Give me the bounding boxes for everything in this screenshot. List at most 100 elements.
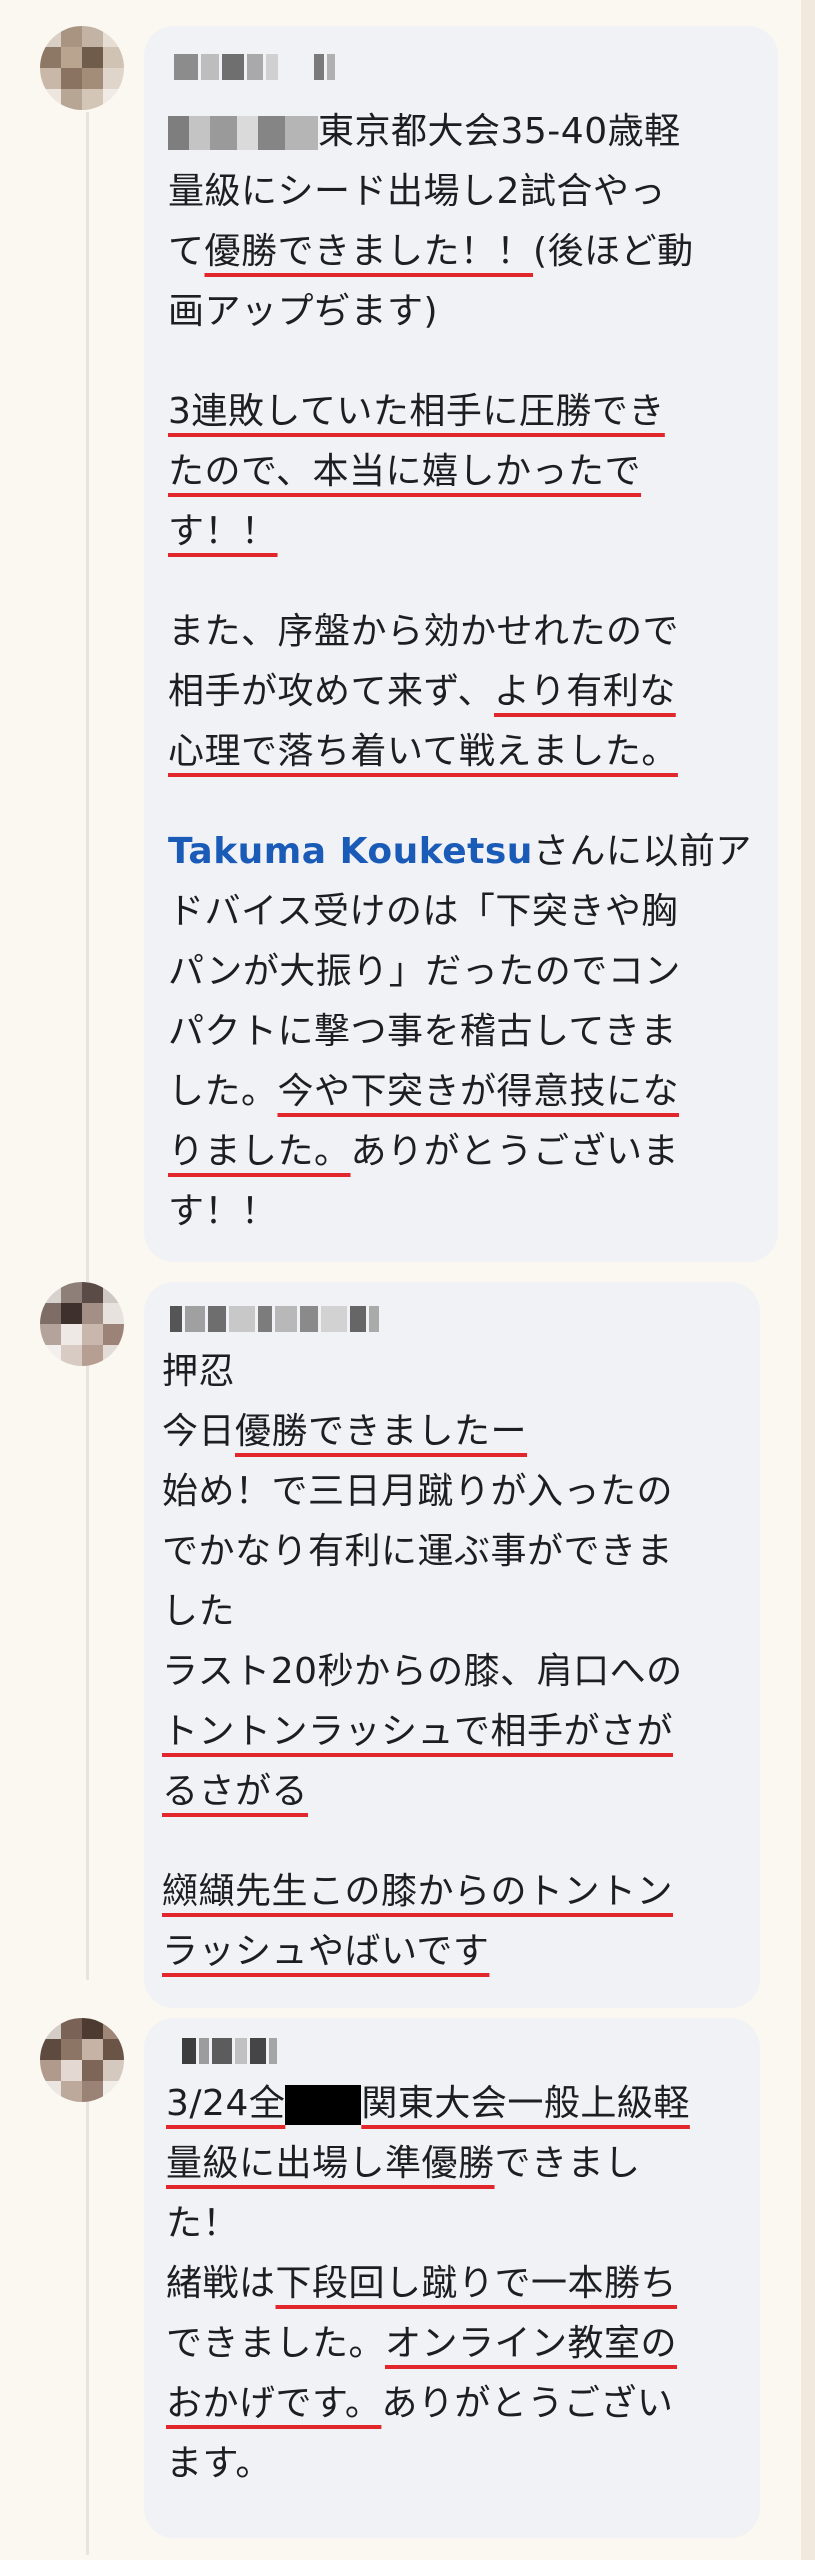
underlined-text: トントンラッシュで相手がさが	[162, 1711, 674, 1752]
author-name-blurred[interactable]	[182, 2036, 277, 2066]
comment-line-text: できました。	[166, 2323, 386, 2364]
comment-line: ラスト20秒からの膝、肩口への	[162, 1642, 683, 1702]
underlined-text: 優勝できました！！	[204, 231, 534, 272]
comment-line-text: 緒戦は	[166, 2263, 276, 2304]
page-edge	[801, 0, 815, 2560]
comment-text: 東京都大会35-40歳軽 量級にシード出場し2試合やっ て優勝できました！！(後ほ…	[168, 102, 752, 1242]
underlined-text: 心理で落ち着いて戦えました。	[168, 731, 678, 772]
comment-line-text: 相手が攻めて来ず、	[168, 671, 494, 712]
blurred-text	[168, 116, 318, 150]
comment-line: たので、本当に嬉しかったで	[168, 442, 752, 502]
comment-line: 今日優勝できましたー	[162, 1402, 683, 1462]
comment-line: 量級にシード出場し2試合やっ	[168, 162, 752, 222]
comment-line: 纐纈先生この膝からのトントン	[162, 1862, 683, 1922]
comment-line-text: 3/24全	[166, 2083, 286, 2124]
comment-line-text: て	[168, 231, 205, 272]
comment-line: 東京都大会35-40歳軽	[168, 102, 752, 162]
comment-line-text: た！	[166, 2203, 240, 2244]
comment-line: した	[162, 1582, 683, 1642]
comment-bubble: 3/24全 関東大会一般上級軽 量級に出場し準優勝できました！ 緒戦は下段回し蹴りで…	[144, 2018, 760, 2538]
comment-line: 緒戦は下段回し蹴りで一本勝ち	[166, 2254, 690, 2314]
comment-text: 押忍今日優勝できましたー始め！で三日月蹴りが入ったの でかなり有利に運ぶ事ができま…	[162, 1342, 683, 1982]
mention-link[interactable]: Takuma Kouketsu	[168, 831, 533, 872]
comment-line-text: した。	[168, 1071, 278, 1112]
underlined-text: 量級に出場し準優勝	[166, 2143, 495, 2184]
comment-line: ます。	[166, 2434, 690, 2494]
comment-line-text: さんに以前ア	[532, 831, 752, 872]
comment-line: りました。ありがとうございま	[168, 1122, 752, 1182]
underlined-text: より有利な	[493, 671, 676, 712]
comment-line: パクトに撃つ事を稽古してきま	[168, 1002, 752, 1062]
underlined-text: りました。	[168, 1131, 351, 1172]
comment-line: トントンラッシュで相手がさが	[162, 1702, 683, 1762]
comment-bubble: 東京都大会35-40歳軽 量級にシード出場し2試合やっ て優勝できました！！(後ほ…	[144, 26, 778, 1262]
comment-line: 始め！で三日月蹴りが入ったの	[162, 1462, 683, 1522]
comment-line-text: パクトに撃つ事を稽古してきま	[168, 1011, 677, 1052]
comment-line-text: できまし	[494, 2143, 641, 2184]
comment-line: 相手が攻めて来ず、より有利な	[168, 662, 752, 722]
avatar[interactable]	[40, 1282, 124, 1366]
avatar[interactable]	[40, 26, 124, 110]
underlined-text: おかげです。	[166, 2383, 382, 2424]
comment-line: おかげです。ありがとうござい	[166, 2374, 690, 2434]
comment-line-text: ラスト20秒からの膝、肩口への	[162, 1651, 683, 1692]
underlined-text: 優勝できましたー	[235, 1411, 528, 1452]
comment-thread: 東京都大会35-40歳軽 量級にシード出場し2試合やっ て優勝できました！！(後ほ…	[0, 0, 815, 2560]
underlined-text: オンライン教室の	[385, 2323, 678, 2364]
comment-line-text: ありがとうございま	[350, 1131, 680, 1172]
thread-connector	[86, 112, 89, 1282]
comment-line: 押忍	[162, 1342, 683, 1402]
comment-line: 心理で落ち着いて戦えました。	[168, 722, 752, 782]
comment-line: でかなり有利に運ぶ事ができま	[162, 1522, 683, 1582]
comment-line: パンが大振り」だったのでコン	[168, 942, 752, 1002]
comment-line: また、序盤から効かせれたので	[168, 602, 752, 662]
comment-line-text: 関東大会一般上級軽	[361, 2083, 690, 2124]
comment-bubble: 押忍今日優勝できましたー始め！で三日月蹴りが入ったの でかなり有利に運ぶ事ができま…	[144, 1282, 760, 2008]
comment-line-text: す！！	[168, 1191, 278, 1232]
underlined-text: 3連敗していた相手に圧勝でき	[168, 391, 665, 432]
underlined-text: たので、本当に嬉しかったで	[168, 451, 642, 492]
underlined-text: 今や下突きが得意技にな	[277, 1071, 680, 1112]
author-name-blurred[interactable]	[170, 1304, 379, 1334]
avatar[interactable]	[40, 2018, 124, 2102]
comment-line: Takuma Kouketsuさんに以前ア	[168, 822, 752, 882]
comment-line-text: 押忍	[162, 1351, 236, 1392]
underlined-text: す！！	[168, 511, 278, 552]
thread-connector	[86, 1330, 89, 1980]
comment-line-text: 始め！で三日月蹴りが入ったの	[162, 1471, 674, 1512]
underlined-text: 纐纈先生この膝からのトントン	[162, 1871, 674, 1912]
comment-line-text: 東京都大会35-40歳軽	[318, 111, 681, 152]
comment-line: す！！	[168, 502, 752, 562]
comment-line: て優勝できました！！(後ほど動	[168, 222, 752, 282]
comment-line-text: ます。	[166, 2443, 272, 2484]
comment-line-text: ありがとうござい	[381, 2383, 674, 2424]
comment-line: す！！	[168, 1182, 752, 1242]
comment-line: ラッシュやばいです	[162, 1922, 683, 1982]
comment-line-text: した	[162, 1591, 236, 1632]
comment-line-text: パンが大振り」だったのでコン	[168, 951, 681, 992]
comment-line: 3/24全 関東大会一般上級軽	[166, 2074, 690, 2134]
author-name-blurred[interactable]	[174, 52, 335, 82]
comment-line-text: また、序盤から効かせれたので	[168, 611, 680, 652]
comment-line: ドバイス受けのは「下突きや胸	[168, 882, 752, 942]
comment-line-text: 画アップぢます)	[168, 291, 439, 332]
comment-line-text: ドバイス受けのは「下突きや胸	[168, 891, 678, 932]
comment-line: た！	[166, 2194, 690, 2254]
comment-line: した。今や下突きが得意技にな	[168, 1062, 752, 1122]
comment-line-text: でかなり有利に運ぶ事ができま	[162, 1531, 674, 1572]
comment-line: るさがる	[162, 1762, 683, 1822]
thread-connector	[86, 2065, 89, 2555]
underlined-text: るさがる	[162, 1771, 309, 1812]
comment-text: 3/24全 関東大会一般上級軽 量級に出場し準優勝できました！ 緒戦は下段回し蹴りで…	[166, 2074, 690, 2494]
comment-line-text: (後ほど動	[533, 231, 694, 272]
comment-line: できました。オンライン教室の	[166, 2314, 690, 2374]
underlined-text: 下段回し蹴りで一本勝ち	[275, 2263, 678, 2304]
comment-line-text: 今日	[162, 1411, 236, 1452]
underlined-text: ラッシュやばいです	[162, 1931, 490, 1972]
comment-line: 量級に出場し準優勝できまし	[166, 2134, 690, 2194]
comment-line: 3連敗していた相手に圧勝でき	[168, 382, 752, 442]
